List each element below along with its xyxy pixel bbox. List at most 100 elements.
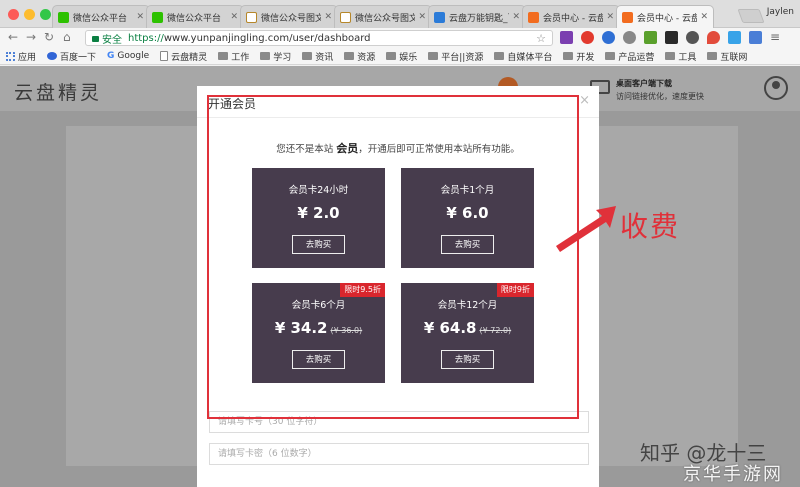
close-icon[interactable]: × — [579, 93, 590, 108]
extension-icon[interactable] — [686, 31, 699, 44]
address-toolbar: ← → ↻ ⌂ 安全 https:// www.yunpanjingling.c… — [0, 28, 800, 48]
bookmark-label: 平台||资源 — [441, 52, 484, 63]
reload-icon[interactable]: ↻ — [44, 30, 54, 44]
download-title: 桌面客户端下载 — [616, 79, 672, 88]
back-arrow-icon[interactable]: ← — [8, 30, 18, 44]
annotation-arrow-icon — [556, 206, 616, 252]
close-tab-icon[interactable]: ✕ — [324, 12, 332, 22]
menu-icon[interactable]: ≡ — [770, 31, 783, 44]
extension-icons: ≡ — [560, 31, 791, 44]
bookmark-folder[interactable]: 互联网 — [707, 50, 747, 63]
browser-tab[interactable]: 微信公众号图文 ✕ — [240, 5, 338, 28]
extension-icon[interactable] — [560, 31, 573, 44]
bookmark-apps[interactable]: 应用 — [6, 50, 36, 63]
bookmark-folder[interactable]: 资讯 — [302, 50, 333, 63]
close-tab-icon[interactable]: ✕ — [418, 12, 426, 22]
bookmark-folder[interactable]: 工作 — [218, 50, 249, 63]
location-icon[interactable] — [707, 31, 720, 44]
bookmark-label: 开发 — [576, 52, 595, 63]
extension-icon[interactable] — [623, 31, 636, 44]
close-tab-icon[interactable]: ✕ — [606, 12, 614, 22]
desktop-client-download[interactable]: 桌面客户端下载 访问链接优化，速度更快 — [590, 78, 704, 102]
browser-tab[interactable]: 云盘万能钥匙_百✕ — [428, 5, 526, 28]
bookmark-item[interactable]: 百度一下 — [47, 50, 96, 63]
bookmark-label: 自媒体平台 — [507, 52, 553, 63]
bookmark-label: 资讯 — [315, 52, 334, 63]
tab-title: 微信公众号图文 — [355, 13, 416, 24]
tab-title: 微信公众平台 — [167, 13, 222, 24]
opera-icon[interactable] — [581, 31, 594, 44]
page-icon — [160, 51, 169, 61]
bookmark-star-icon[interactable]: ☆ — [536, 32, 546, 45]
google-icon: G — [107, 51, 115, 61]
folder-icon — [563, 52, 574, 60]
annotation-label: 收费 — [620, 210, 681, 243]
secure-label: 安全 — [102, 34, 122, 46]
translate-icon[interactable] — [749, 31, 762, 44]
bookmark-folder[interactable]: 自媒体平台 — [494, 50, 552, 63]
bookmark-folder[interactable]: 学习 — [260, 50, 291, 63]
browser-tab[interactable]: 微信公众平台 ✕ — [146, 5, 244, 28]
close-tab-icon[interactable]: ✕ — [512, 12, 520, 22]
bookmark-label: 云盘精灵 — [171, 52, 208, 63]
bookmark-item[interactable]: 云盘精灵 — [160, 50, 207, 63]
apps-grid-icon — [6, 51, 15, 61]
extension-icon[interactable] — [602, 31, 615, 44]
bookmark-folder[interactable]: 开发 — [563, 50, 594, 63]
close-tab-icon[interactable]: ✕ — [700, 12, 708, 22]
folder-icon — [605, 52, 616, 60]
bookmark-label: 产品运营 — [618, 52, 655, 63]
bookmark-label: Google — [117, 51, 150, 61]
bookmark-label: 百度一下 — [60, 52, 97, 63]
bookmarks-bar: 应用 百度一下 G Google 云盘精灵 工作 学习 资讯 资源 娱乐 平台||… — [0, 48, 800, 65]
tab-title: 会员中心 - 云盘 — [543, 13, 604, 24]
download-subtitle: 访问链接优化，速度更快 — [616, 92, 704, 101]
bookmark-item[interactable]: G Google — [107, 51, 149, 61]
folder-icon — [386, 52, 397, 60]
watermark-site: 京华手游网 — [683, 464, 783, 485]
tab-title: 云盘万能钥匙_百 — [449, 13, 509, 24]
folder-icon — [302, 52, 313, 60]
wechat-icon — [58, 11, 69, 23]
minimize-window-button[interactable] — [24, 9, 35, 20]
bookmark-folder[interactable]: 娱乐 — [386, 50, 417, 63]
bookmark-label: 应用 — [18, 52, 37, 63]
address-bar[interactable]: 安全 https:// www.yunpanjingling.com/user/… — [85, 30, 553, 46]
extension-icon[interactable] — [728, 31, 741, 44]
tab-title: 微信公众平台 — [73, 13, 128, 24]
cloud-icon — [528, 11, 539, 23]
home-icon[interactable]: ⌂ — [63, 30, 71, 44]
cloud-icon — [622, 11, 633, 23]
browser-tab[interactable]: 微信公众平台 ✕ — [52, 5, 150, 28]
folder-icon — [428, 52, 439, 60]
maximize-window-button[interactable] — [40, 9, 51, 20]
site-logo[interactable]: 云盘精灵 — [14, 78, 102, 105]
close-window-button[interactable] — [8, 9, 19, 20]
bookmark-folder[interactable]: 平台||资源 — [428, 50, 483, 63]
profile-name[interactable]: Jaylen — [767, 7, 794, 17]
close-tab-icon[interactable]: ✕ — [136, 12, 144, 22]
browser-tab-active[interactable]: 会员中心 - 云盘 ✕ — [616, 5, 714, 28]
browser-tab[interactable]: 微信公众号图文 ✕ — [334, 5, 432, 28]
tab-title: 会员中心 - 云盘 — [637, 13, 698, 24]
key-icon — [434, 11, 445, 23]
bookmark-folder[interactable]: 工具 — [665, 50, 696, 63]
lock-icon — [92, 36, 99, 42]
bookmark-folder[interactable]: 产品运营 — [605, 50, 654, 63]
forward-arrow-icon[interactable]: → — [26, 30, 36, 44]
folder-icon — [707, 52, 718, 60]
close-tab-icon[interactable]: ✕ — [230, 12, 238, 22]
extension-icon[interactable] — [665, 31, 678, 44]
folder-icon — [260, 52, 271, 60]
bookmark-label: 工作 — [231, 52, 250, 63]
new-tab-button[interactable] — [737, 9, 765, 23]
bookmark-label: 娱乐 — [399, 52, 418, 63]
card-password-input[interactable]: 请填写卡密（6 位数字） — [209, 443, 589, 465]
user-avatar-icon[interactable] — [764, 76, 788, 100]
bookmark-folder[interactable]: 资源 — [344, 50, 375, 63]
bookmark-label: 资源 — [357, 52, 376, 63]
folder-icon — [218, 52, 229, 60]
wechat-icon — [152, 11, 163, 23]
extension-icon[interactable] — [644, 31, 657, 44]
browser-tab[interactable]: 会员中心 - 云盘 ✕ — [522, 5, 620, 28]
